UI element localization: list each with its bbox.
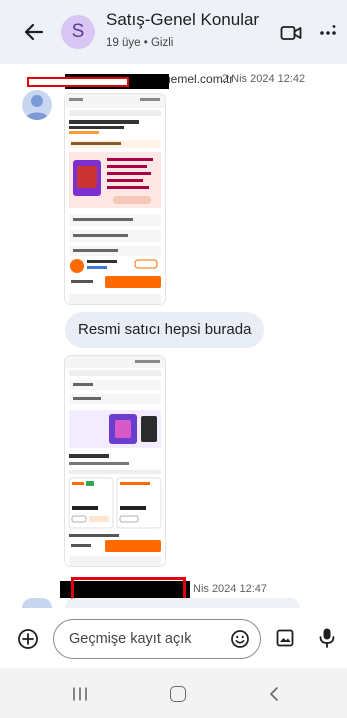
- redaction-frame: [27, 77, 129, 87]
- recent-apps-icon[interactable]: [71, 687, 89, 701]
- image-icon[interactable]: [276, 629, 294, 647]
- home-icon[interactable]: [170, 686, 186, 702]
- emoji-icon[interactable]: [230, 629, 250, 649]
- sender-avatar[interactable]: [22, 598, 52, 608]
- more-vert-icon[interactable]: [318, 22, 338, 42]
- image-attachment-2[interactable]: [65, 356, 165, 566]
- arrow-left-icon[interactable]: [22, 20, 46, 44]
- chat-header: S Satış-Genel Konular 19 üye • Gizli: [0, 0, 347, 64]
- product-page-thumbnail: [65, 94, 165, 304]
- group-title[interactable]: Satış-Genel Konular: [106, 10, 259, 30]
- message-bubble[interactable]: Resmi satıcı hepsi burada: [65, 312, 265, 348]
- nav-back-icon[interactable]: [268, 686, 280, 702]
- system-nav-bar: [0, 668, 347, 718]
- message-sender-row: hemel.com.tr 2 Nis 2024 12:42: [25, 72, 325, 90]
- message-timestamp: 2 Nis 2024 12:42: [222, 73, 306, 85]
- message-timestamp: Nis 2024 12:47: [193, 583, 267, 595]
- message-input[interactable]: Geçmişe kayıt açık: [53, 619, 261, 659]
- video-camera-icon[interactable]: [280, 24, 302, 42]
- add-circle-icon[interactable]: [17, 628, 39, 650]
- mic-icon[interactable]: [318, 627, 336, 649]
- person-icon: [25, 95, 49, 120]
- image-attachment-1[interactable]: [65, 94, 165, 304]
- message-composer: Geçmişe kayıt açık: [0, 610, 347, 668]
- message-bubble-partial[interactable]: [65, 598, 300, 608]
- sender-avatar[interactable]: [22, 90, 52, 120]
- group-subtitle: 19 üye • Gizli: [106, 37, 174, 49]
- message-input-placeholder: Geçmişe kayıt açık: [69, 631, 192, 647]
- sellers-page-thumbnail: [65, 356, 165, 566]
- group-avatar[interactable]: S: [61, 15, 95, 49]
- message-sender-row-2: Nis 2024 12:47: [60, 577, 320, 603]
